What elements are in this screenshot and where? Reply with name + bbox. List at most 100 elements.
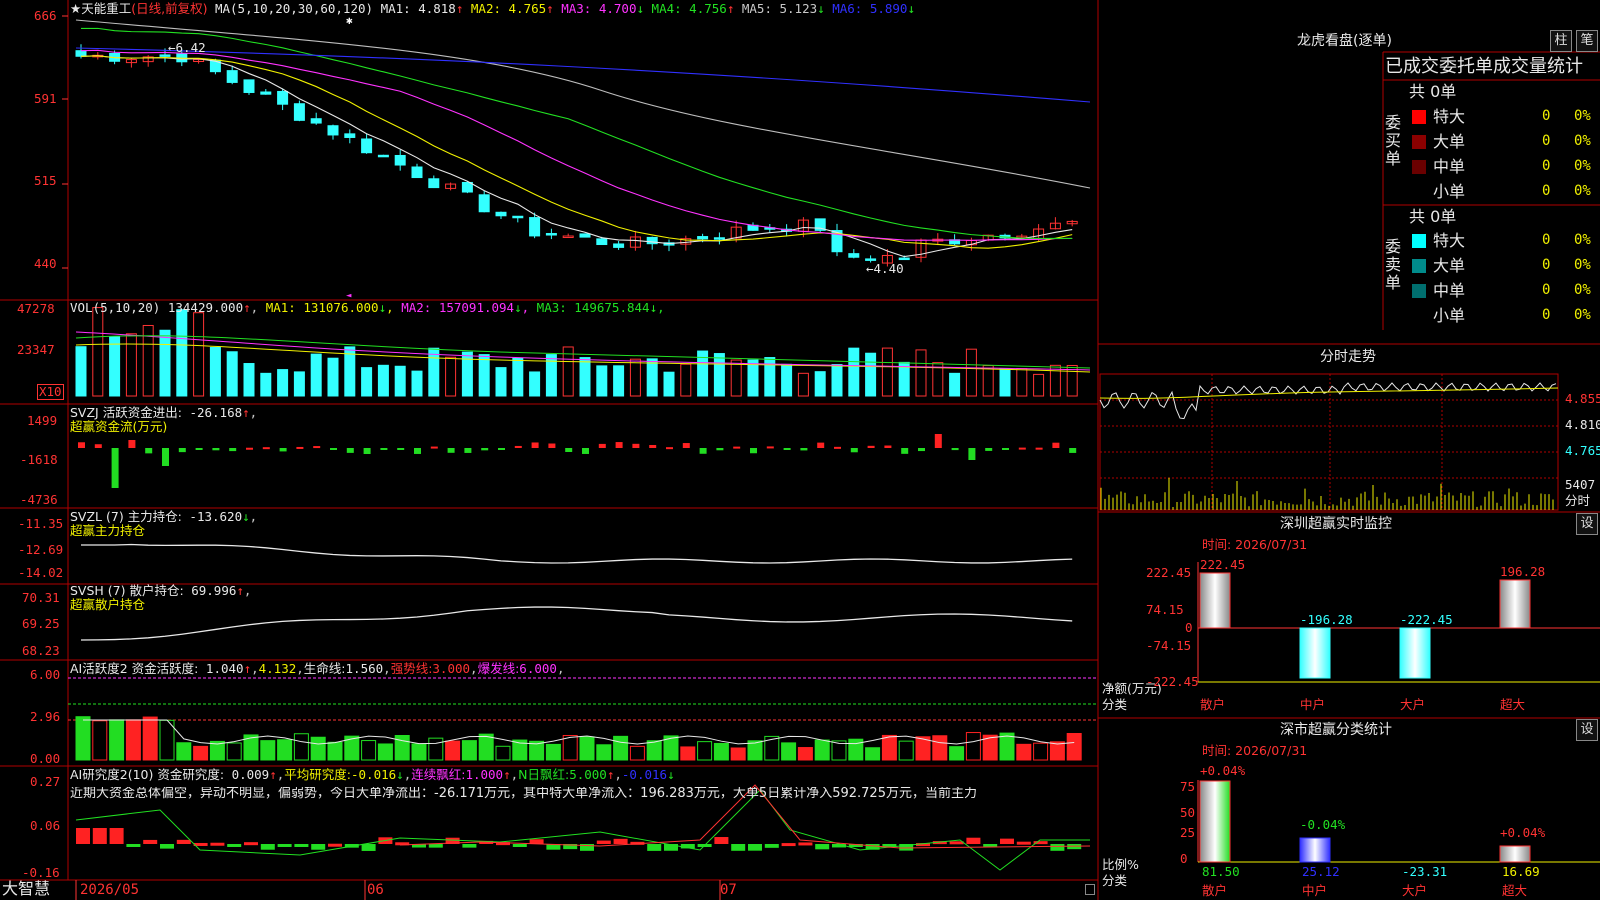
activity-bar (697, 741, 713, 761)
research-bar (815, 844, 830, 850)
monitor-bar-value: 196.28 (1500, 564, 1546, 579)
flow-bar (296, 446, 304, 449)
flow-bar (783, 448, 791, 450)
flow-bar (1052, 442, 1060, 448)
research-bar (109, 828, 124, 844)
buy-total: 共 0单 (1409, 82, 1457, 101)
flow-bar (212, 448, 220, 451)
svzj-axis-top: 1499 (27, 413, 58, 428)
volume-bar (764, 357, 776, 397)
ma-value-3: MA3: 4.700↓ (561, 1, 645, 16)
volume-bar (596, 365, 608, 397)
order-count: 0 (1542, 282, 1551, 298)
flow-bar (481, 448, 489, 451)
research-bar (361, 844, 376, 851)
buy-side-label: 委买单 (1385, 113, 1402, 168)
volume-bar (713, 353, 725, 397)
flow-bar (850, 448, 858, 453)
date-label-1: 06 (367, 882, 384, 898)
chart-header: ★天能重工(日线,前复权) MA(5,10,20,30,60,120) MA1:… (70, 2, 915, 16)
activity-bar (125, 719, 141, 761)
flow-bar (246, 447, 253, 450)
ai1-axis-bot: 0.00 (30, 751, 61, 766)
legend-swatch (1412, 234, 1426, 248)
flow-bar (94, 444, 102, 448)
main-chart-canvas[interactable]: ✱◄ (0, 0, 1600, 900)
svzl-axis-top: -11.35 (18, 516, 64, 531)
fenshi-axis-0: 4.855 (1565, 391, 1600, 406)
candle-body (697, 236, 709, 240)
sz-monitor-settings-button[interactable]: 设 (1576, 513, 1598, 535)
volume-bar (1033, 373, 1045, 397)
activity-bar (965, 732, 981, 761)
svzj-axis-mid: -1618 (20, 452, 58, 467)
flow-bar (363, 448, 371, 454)
ai2-axis-top: 0.27 (30, 774, 61, 789)
lock-icon[interactable] (1085, 884, 1095, 895)
flow-bar (380, 448, 388, 450)
volume-bar (159, 329, 171, 397)
class-bar (1499, 845, 1531, 863)
flow-bar (951, 448, 959, 451)
svzj-axis-bot: -4736 (20, 492, 58, 507)
tick-mode-button[interactable]: 笔 (1576, 30, 1598, 52)
volume-bar (1016, 368, 1028, 397)
chart-mode[interactable]: (日线,前复权) (131, 1, 207, 16)
research-bar (176, 839, 191, 844)
order-count: 0 (1542, 133, 1551, 149)
research-bar (328, 843, 342, 847)
flow-bar (1069, 448, 1077, 453)
volume-bar (629, 358, 641, 397)
volume-bar (293, 371, 305, 397)
flow-bar (128, 440, 136, 448)
class-axis-label: 50 (1180, 805, 1196, 820)
activity-bar (495, 745, 511, 761)
ai1-header: AI活跃度2 资金活跃度: 1.040↑,4.132,生命线:1.560,强势线… (70, 661, 565, 676)
price-axis-515: 515 (34, 173, 57, 188)
volume-bar (814, 371, 826, 397)
flow-bar (498, 448, 505, 450)
flow-bar (934, 434, 942, 448)
sell-side-label: 委卖单 (1385, 237, 1402, 292)
order-count: 0 (1542, 158, 1551, 174)
volume-bar (394, 365, 406, 397)
order-percent: 0% (1574, 307, 1591, 323)
class-bar-value: -23.31 (1402, 864, 1448, 879)
candle-body (361, 138, 373, 154)
research-bar (1016, 841, 1031, 845)
order-percent: 0% (1574, 158, 1591, 174)
monitor-axis-label: -74.15 (1146, 638, 1192, 653)
sz-class-settings-button[interactable]: 设 (1576, 719, 1598, 741)
lhb-subtitle: 已成交委托单成交量统计 (1385, 56, 1583, 77)
vol-ma-3: MA3: 149675.844↓, (536, 300, 665, 315)
activity-bar (596, 744, 612, 761)
activity-bar (277, 739, 293, 761)
vol-unit-badge[interactable]: X10 (37, 384, 64, 400)
activity-bar (293, 733, 309, 761)
volume-bar (361, 367, 373, 397)
class-bar (1199, 780, 1231, 863)
activity-bar (411, 743, 427, 761)
high-mark: ←6.42 (168, 40, 206, 55)
flow-bar (447, 448, 455, 453)
class-bar-value: 81.50 (1202, 864, 1240, 879)
monitor-bar (1499, 579, 1531, 629)
research-bar (210, 842, 225, 846)
bar-mode-button[interactable]: 柱 (1550, 30, 1572, 52)
order-size-label: 小单 (1433, 182, 1466, 201)
sz-monitor-xlabel: 分类 (1102, 697, 1128, 712)
flow-bar (834, 446, 841, 449)
volume-bar (797, 372, 809, 397)
research-bar (512, 844, 527, 847)
flow-bar (918, 448, 925, 452)
research-bar (311, 844, 326, 850)
activity-bar (260, 740, 276, 761)
class-bar-pct: -0.04% (1300, 817, 1346, 832)
flow-bar (262, 447, 270, 450)
candle-body (344, 133, 356, 138)
order-count: 0 (1542, 257, 1551, 273)
activity-bar (377, 743, 393, 761)
ma-line (80, 27, 1073, 240)
candle-body (310, 118, 322, 124)
ai1-axis-top: 6.00 (30, 667, 61, 682)
